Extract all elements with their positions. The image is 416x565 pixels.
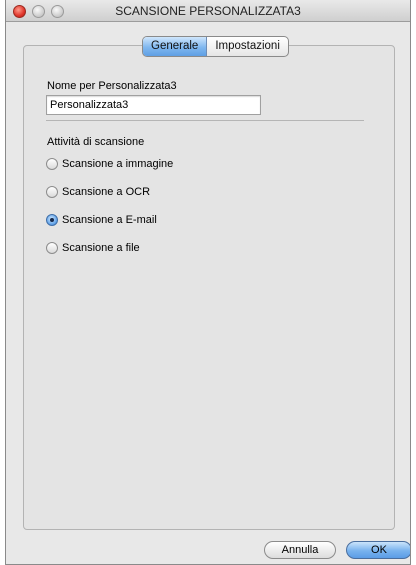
title-bar[interactable]: SCANSIONE PERSONALIZZATA3 [6,0,410,22]
radio-label: Scansione a file [62,242,140,254]
scan-dialog-window: SCANSIONE PERSONALIZZATA3 Generale Impos… [5,0,411,565]
radio-scan-to-file[interactable]: Scansione a file [46,242,140,254]
radio-button-icon[interactable] [46,186,58,198]
cancel-button[interactable]: Annulla [264,541,336,559]
tab-impostazioni[interactable]: Impostazioni [207,37,288,56]
tab-bar: Generale Impostazioni [142,36,289,57]
scan-activity-label: Attività di scansione [47,136,145,148]
tab-content-panel [23,45,395,530]
name-field-label: Nome per Personalizzata3 [47,80,177,92]
section-divider [46,120,364,121]
radio-scan-to-ocr[interactable]: Scansione a OCR [46,186,150,198]
radio-label: Scansione a immagine [62,158,174,170]
radio-label: Scansione a E-mail [62,214,157,226]
radio-label: Scansione a OCR [62,186,151,198]
radio-scan-to-image[interactable]: Scansione a immagine [46,158,173,170]
radio-button-icon[interactable] [46,158,58,170]
window-title: SCANSIONE PERSONALIZZATA3 [115,4,301,18]
ok-button[interactable]: OK [346,541,410,559]
radio-button-selected-icon[interactable] [46,214,58,226]
radio-scan-to-email[interactable]: Scansione a E-mail [46,214,157,226]
tab-generale[interactable]: Generale [143,37,208,56]
radio-button-icon[interactable] [46,242,58,254]
custom-name-input[interactable] [46,95,261,115]
